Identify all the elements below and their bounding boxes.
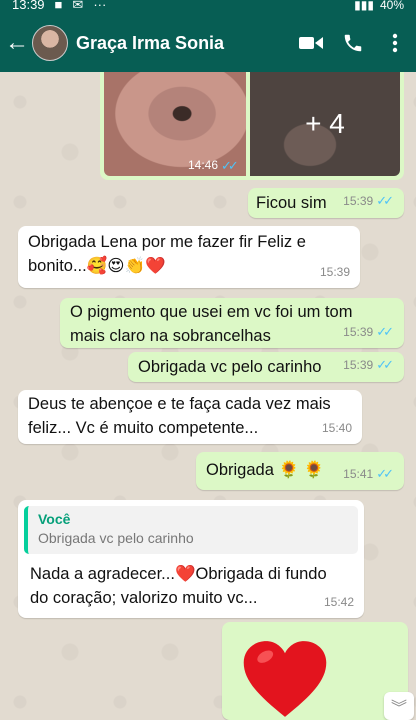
chat-area: + 4 14:46 ✓✓ Ficou sim 15:39 ✓✓ Obrigada … — [0, 72, 416, 720]
signal-icon: ▮▮▮ — [354, 0, 374, 12]
message-text: Obrigada Lena por me fazer fir Feliz e — [28, 233, 306, 251]
heart-emoji-icon: ❤️ — [174, 565, 196, 583]
double-chevron-down-icon: ︾ — [390, 700, 407, 717]
message-time: 15:39 — [343, 358, 374, 372]
avatar[interactable] — [32, 25, 68, 61]
media-timestamp: 14:46 ✓✓ — [188, 158, 239, 174]
message-outgoing[interactable]: O pigmento que usei em vc foi um tom mai… — [60, 298, 404, 348]
menu-kebab-icon[interactable] — [374, 14, 416, 72]
media-time: 14:46 — [188, 158, 219, 172]
message-text: Obrigada — [206, 461, 274, 479]
heart-emoji-icon: ❤️ — [145, 257, 166, 275]
message-text: bonito... — [28, 257, 87, 275]
back-arrow-icon[interactable]: ← — [4, 29, 30, 57]
read-ticks-icon: ✓✓ — [376, 357, 394, 372]
chat-header: ← Graça Irma Sonia — [0, 14, 416, 72]
quoted-message[interactable]: Você Obrigada vc pelo carinho — [24, 506, 358, 554]
notification-icon: ■ — [54, 0, 63, 12]
message-text: Obrigada vc pelo carinho — [138, 358, 322, 376]
status-bar: 13:39 ■ ✉ ··· ▮▮▮ 40% — [0, 0, 416, 14]
message-time: 15:40 — [321, 421, 352, 435]
more-photos-count[interactable]: + 4 — [250, 72, 400, 176]
quote-text: Obrigada vc pelo carinho — [38, 530, 194, 546]
scroll-down-button[interactable]: ︾ — [384, 692, 414, 720]
message-incoming[interactable]: Deus te abençoe e te faça cada vez mais … — [18, 390, 362, 444]
message-outgoing[interactable]: Ficou sim 15:39 ✓✓ — [248, 188, 404, 218]
read-ticks-icon: ✓✓ — [376, 466, 394, 481]
message-text: do coração; valorizo muito vc... — [30, 589, 258, 607]
message-text: Ficou sim — [256, 194, 327, 212]
message-time: 15:42 — [323, 595, 354, 609]
emoji-icon: 🥰😍👏 — [86, 257, 146, 275]
message-text: Nada a agradecer... — [30, 565, 175, 583]
more-notifications: ··· — [93, 0, 107, 12]
quote-author: Você — [38, 511, 71, 527]
message-incoming[interactable]: Obrigada Lena por me fazer fir Feliz e b… — [18, 226, 360, 288]
message-incoming[interactable]: Você Obrigada vc pelo carinho Nada a agr… — [18, 500, 364, 618]
media-album[interactable]: + 4 14:46 ✓✓ — [100, 72, 404, 180]
read-ticks-icon: ✓✓ — [376, 193, 394, 208]
message-time: 15:39 — [343, 194, 374, 208]
phone-call-icon[interactable] — [332, 14, 374, 72]
message-text: feliz... Vc é muito competente... — [28, 419, 259, 437]
contact-name[interactable]: Graça Irma Sonia — [76, 33, 290, 54]
message-time: 15:39 — [343, 325, 374, 339]
message-time: 15:41 — [343, 467, 374, 481]
heart-emoji-icon — [243, 641, 327, 717]
message-time: 15:39 — [319, 265, 350, 279]
read-ticks-icon: ✓✓ — [221, 158, 239, 173]
message-outgoing[interactable]: Obrigada vc pelo carinho 15:39 ✓✓ — [128, 352, 404, 382]
status-time: 13:39 — [12, 0, 45, 12]
mail-icon: ✉ — [72, 0, 84, 12]
message-text: Deus te abençoe e te faça cada vez mais — [28, 395, 331, 413]
video-call-icon[interactable] — [290, 14, 332, 72]
message-outgoing[interactable]: Obrigada 🌻 🌻 15:41 ✓✓ — [196, 452, 404, 490]
battery-level: 40% — [379, 0, 404, 12]
message-text: Obrigada di fundo — [195, 565, 327, 583]
read-ticks-icon: ✓✓ — [376, 324, 394, 339]
sunflower-emoji-icon: 🌻 🌻 — [278, 461, 325, 479]
